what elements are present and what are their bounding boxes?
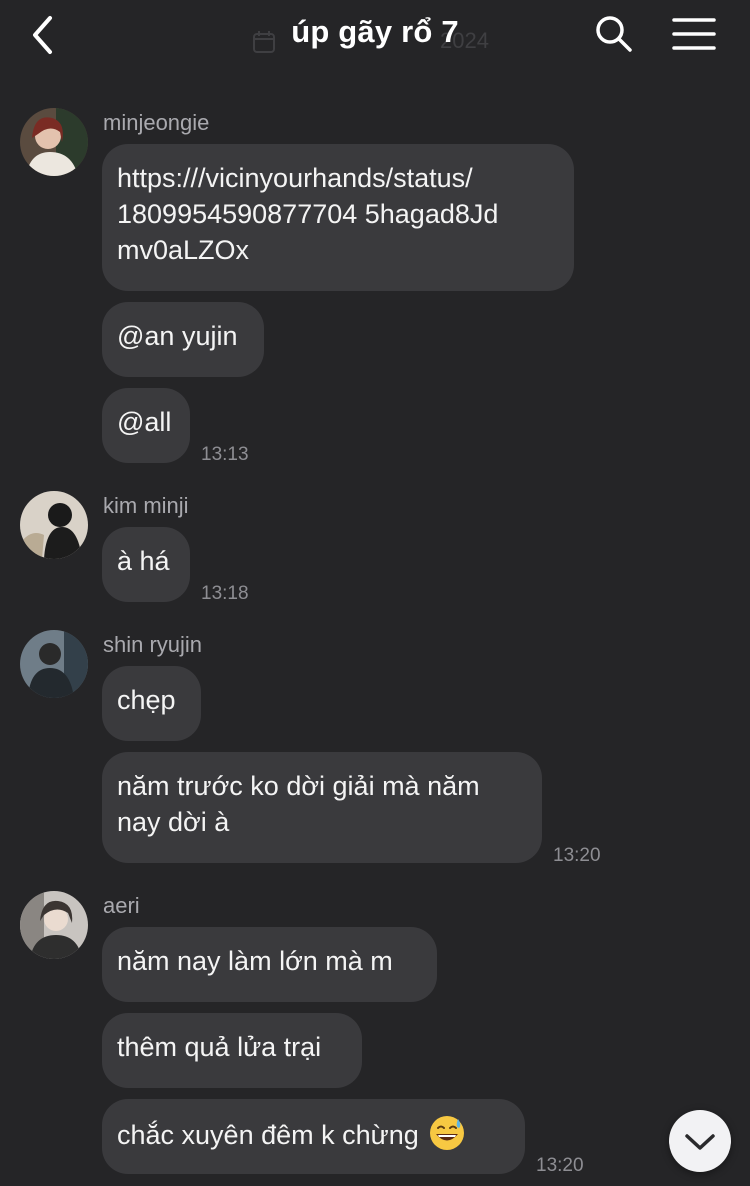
message-bubble[interactable]: @all	[102, 388, 190, 463]
sender-name: aeri	[103, 893, 140, 918]
chevron-down-icon	[685, 1134, 715, 1150]
message-bubble[interactable]: năm trước ko dời giải mà năm nay dời à	[102, 752, 542, 863]
scroll-to-bottom-button[interactable]	[669, 1110, 731, 1172]
avatar-photo	[20, 108, 88, 176]
avatar-photo	[20, 891, 88, 959]
search-icon	[596, 16, 632, 52]
message-time: 13:20	[553, 845, 601, 866]
message-time: 13:20	[536, 1155, 584, 1176]
message-bubble[interactable]: thêm quả lửa trại	[102, 1013, 362, 1088]
message-time: 13:18	[201, 583, 249, 604]
avatar-photo	[20, 491, 88, 559]
avatar[interactable]	[20, 891, 88, 959]
sender-name: minjeongie	[103, 110, 210, 135]
menu-button[interactable]	[672, 16, 716, 52]
chat-header: 2024 úp gãy rổ 7	[0, 0, 750, 80]
message-bubble[interactable]: chẹp	[102, 666, 201, 741]
grinning-sweat-emoji-icon	[429, 1116, 464, 1150]
avatar[interactable]	[20, 491, 88, 559]
hamburger-menu-icon	[672, 18, 716, 50]
chat-title: úp gãy rổ 7	[291, 14, 459, 49]
search-button[interactable]	[594, 14, 634, 54]
message-bubble[interactable]: https:///vicinyourhands/status/ 18099545…	[102, 144, 574, 291]
message-text: chắc xuyên đêm k chừng	[117, 1120, 419, 1150]
message-bubble[interactable]: chắc xuyên đêm k chừng	[102, 1099, 525, 1174]
message-bubble[interactable]: @an yujin	[102, 302, 264, 377]
sender-name: shin ryujin	[103, 632, 203, 657]
sender-name: kim minji	[103, 493, 189, 518]
message-time: 13:13	[201, 444, 249, 465]
avatar[interactable]	[20, 630, 88, 698]
message-bubble[interactable]: năm nay làm lớn mà m	[102, 927, 437, 1002]
avatar-photo	[20, 630, 88, 698]
message-bubble[interactable]: à há	[102, 527, 190, 602]
avatar[interactable]	[20, 108, 88, 176]
